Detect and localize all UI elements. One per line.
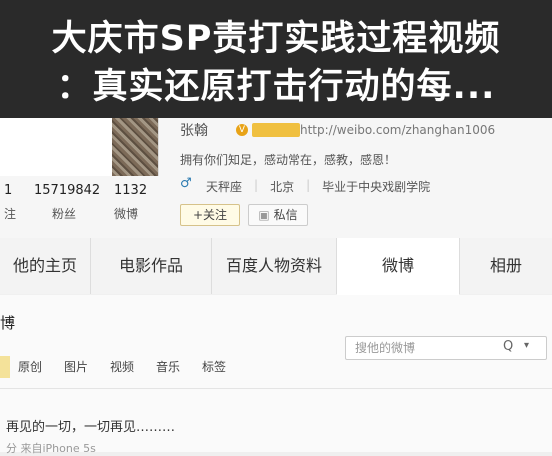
feed-title: 博 [0, 314, 16, 332]
profile-motto: 拥有你们知足，感动常在，感教，感恩！ [180, 153, 397, 167]
info-school[interactable]: 毕业于中央戏剧学院 [322, 178, 430, 195]
divider: | [254, 178, 259, 192]
filter-tags[interactable]: 标签 [202, 356, 226, 378]
tab-weibo[interactable]: 微博 [337, 238, 460, 295]
chevron-down-icon[interactable]: ▾ [524, 340, 529, 351]
verified-icon: V [236, 124, 248, 136]
profile-url[interactable]: http://weibo.com/zhanghan1006 [300, 123, 495, 137]
stat-posts-label[interactable]: 微博 [114, 205, 138, 222]
info-zodiac: 天秤座 [206, 180, 243, 194]
divider: | [306, 178, 311, 192]
follow-button[interactable]: +关注 [180, 204, 240, 226]
tab-album[interactable]: 相册 [460, 238, 552, 294]
profile-name: 张翰 [180, 123, 208, 139]
search-icon[interactable]: Q [503, 339, 513, 354]
message-label: 私信 [273, 208, 298, 222]
tab-baidu-profile[interactable]: 百度人物资料 [212, 238, 337, 294]
post-meta: 分 来自iPhone 5s [6, 442, 96, 455]
male-icon: ♂ [180, 176, 192, 191]
filter-music[interactable]: 音乐 [156, 356, 180, 378]
verified-tag [252, 123, 300, 137]
stat-follow-count: 1 [4, 183, 13, 198]
filter-all[interactable] [0, 356, 10, 378]
stat-posts-count: 1132 [114, 183, 148, 198]
stat-fans-count: 15719842 [34, 183, 101, 198]
post-text: 再见的一切，一切再见……… [6, 420, 176, 435]
filter-original[interactable]: 原创 [18, 356, 42, 378]
mail-icon: ▣ [258, 208, 274, 222]
message-button[interactable]: ▣ 私信 [248, 204, 308, 226]
filter-videos[interactable]: 视频 [110, 356, 134, 378]
profile-info-row: 天秤座 | 北京 | 毕业于中央戏剧学院 [206, 178, 430, 195]
stat-fans-label[interactable]: 粉丝 [52, 205, 76, 222]
title-line-1: 大庆市SP责打实践过程视频 [51, 19, 501, 59]
title-banner: 大庆市SP责打实践过程视频 ：真实还原打击行动的每... [0, 0, 552, 118]
filter-images[interactable]: 图片 [64, 356, 88, 378]
feed-divider [0, 388, 552, 389]
avatar[interactable] [112, 118, 158, 176]
tab-home[interactable]: 他的主页 [0, 238, 91, 294]
stat-follow-label[interactable]: 注 [4, 205, 16, 222]
info-location[interactable]: 北京 [270, 178, 294, 195]
title-line-2: ：真实还原打击行动的每... [56, 67, 496, 107]
tab-films[interactable]: 电影作品 [91, 238, 212, 294]
search-placeholder: 搜他的微博 [355, 341, 416, 355]
